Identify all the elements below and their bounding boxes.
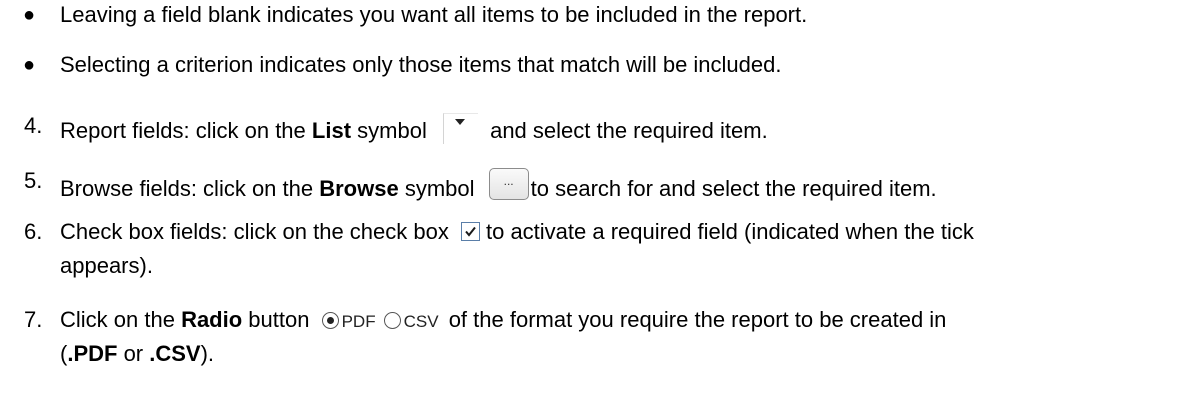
step-6-continuation: appears). <box>60 253 153 278</box>
browse-ellipsis-icon: ... <box>488 168 529 200</box>
step-4-text: Report fields: click on the List symbol … <box>60 113 768 144</box>
step-5-text: Browse fields: click on the Browse symbo… <box>60 168 937 202</box>
list-dropdown-icon <box>442 113 478 144</box>
radio-group-icon: PDF CSV <box>321 309 439 335</box>
step-6-text: Check box fields: click on the check box… <box>60 219 974 244</box>
bullet-text-1: Leaving a field blank indicates you want… <box>60 2 808 27</box>
radio-pdf-icon <box>321 312 339 329</box>
step-4-number: 4. <box>24 113 43 138</box>
checkbox-checked-icon <box>460 222 480 241</box>
radio-csv-icon <box>383 312 401 329</box>
bullet-marker: ● <box>23 54 36 76</box>
step-7-number: 7. <box>24 307 43 332</box>
step-6-number: 6. <box>24 219 43 244</box>
step-7-continuation: (.PDF or .CSV). <box>60 341 215 366</box>
bullet-text-2: Selecting a criterion indicates only tho… <box>60 52 782 77</box>
step-5-number: 5. <box>24 168 43 193</box>
step-7-text: Click on the Radio button PDF CSV of the … <box>60 307 946 335</box>
bullet-marker: ● <box>23 4 36 26</box>
